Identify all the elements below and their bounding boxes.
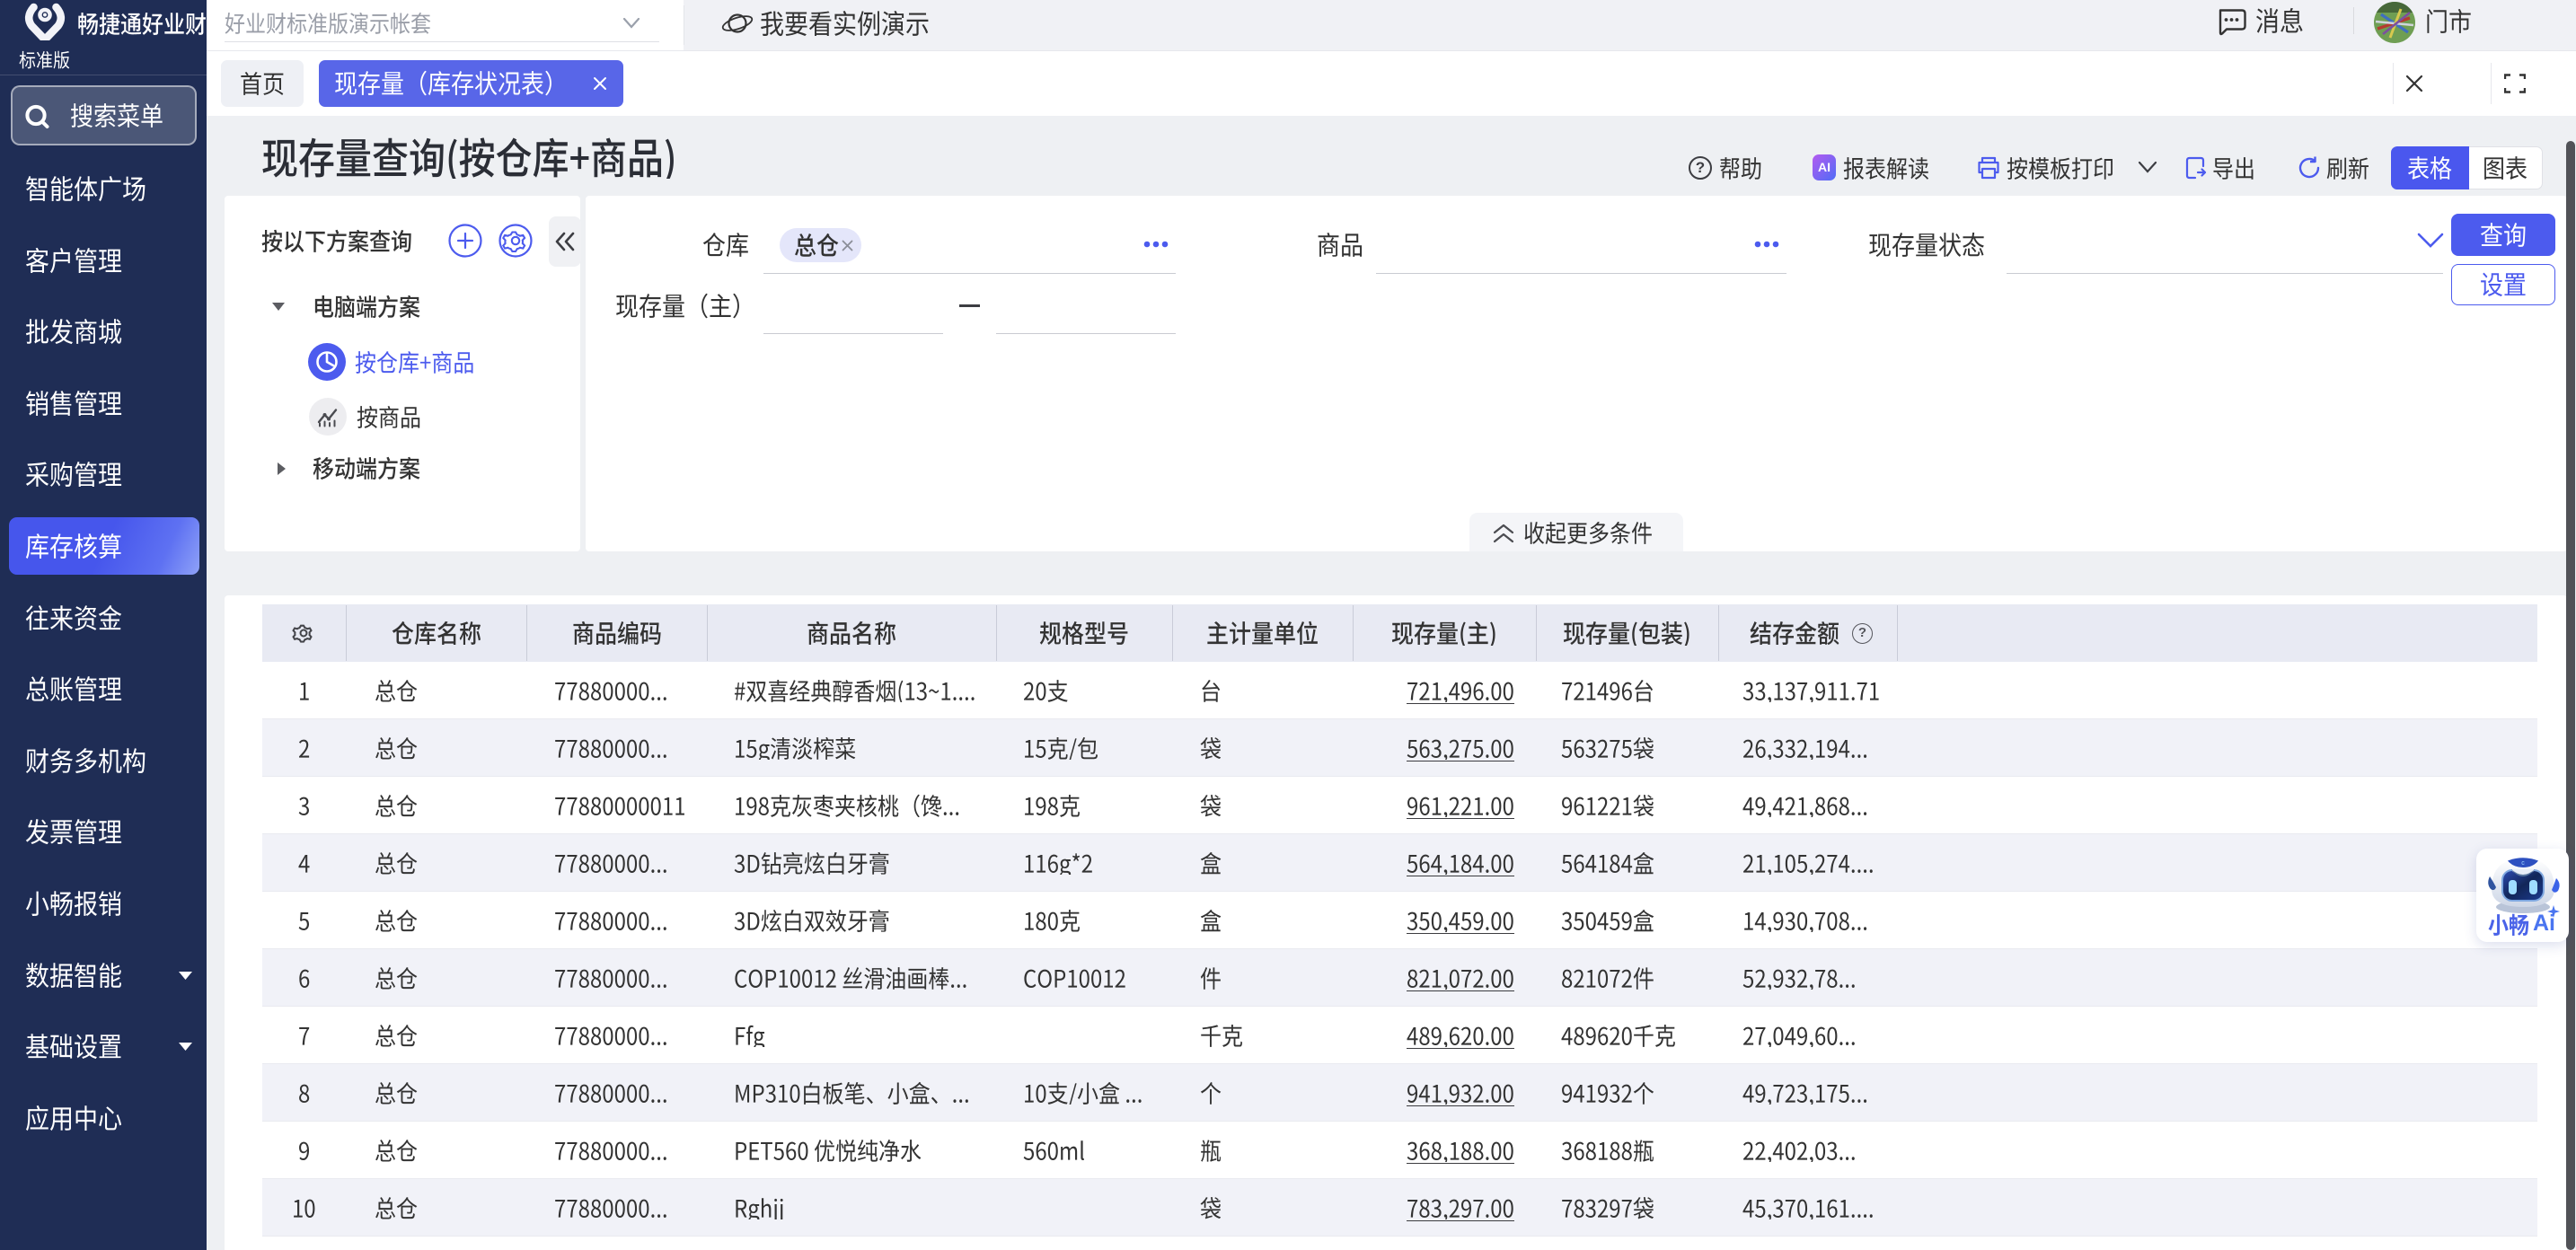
svg-text:c: c	[2521, 860, 2525, 867]
